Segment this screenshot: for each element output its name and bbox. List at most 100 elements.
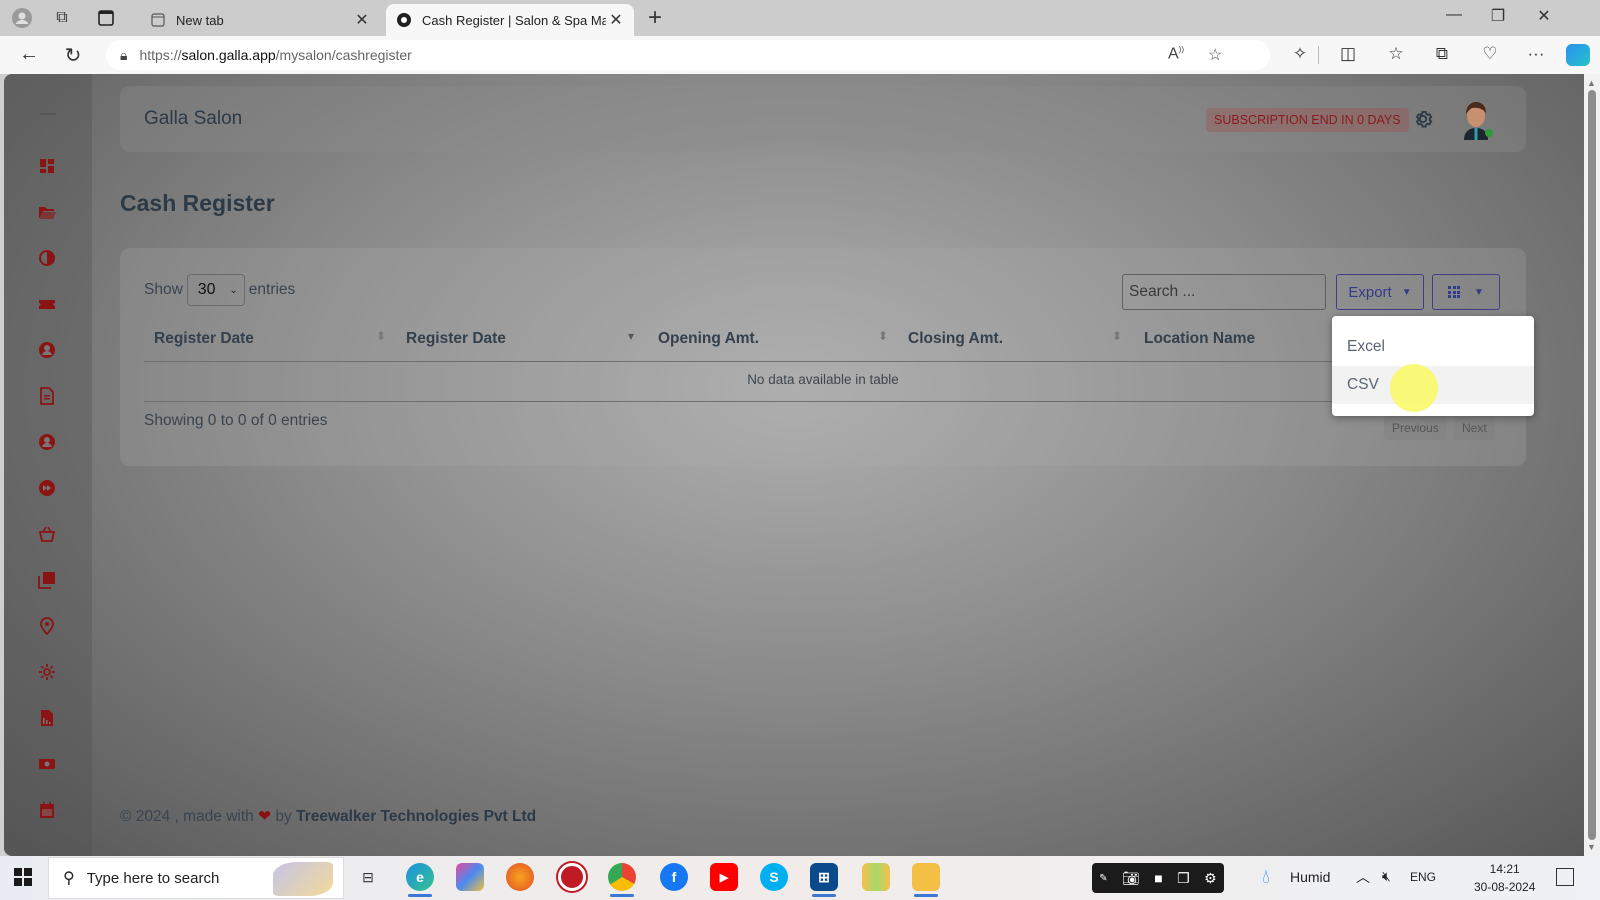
read-aloud-icon[interactable]: A)) — [1168, 45, 1184, 63]
taskbar-clock[interactable]: 14:21 30-08-2024 — [1474, 860, 1535, 896]
column-header[interactable]: Location Name — [1144, 330, 1255, 348]
user-circle-icon[interactable] — [36, 431, 58, 453]
user-circle-icon[interactable] — [36, 339, 58, 361]
fast-forward-icon[interactable] — [36, 477, 58, 499]
show-hidden-icons[interactable]: ︿ — [1356, 867, 1370, 887]
dashboard-icon[interactable] — [36, 155, 58, 177]
tab-cash-register[interactable]: Cash Register | Salon & Spa Mana ✕ — [386, 4, 634, 36]
video-icon[interactable]: ■ — [1154, 870, 1162, 886]
store-app-icon[interactable]: ⊞ — [810, 863, 838, 897]
close-tab-icon[interactable]: ✕ — [606, 10, 626, 30]
folder-open-icon[interactable] — [36, 201, 58, 223]
refresh-icon[interactable]: ↻ — [60, 43, 86, 68]
contrast-icon[interactable] — [36, 247, 58, 269]
skype-app-icon[interactable]: S — [760, 863, 788, 891]
camera-icon[interactable]: 📷︎ — [1122, 870, 1140, 887]
lock-icon[interactable]: 🔒︎ — [120, 47, 127, 64]
browser-toolbar: ← ↻ 🔒︎ https://salon.galla.app/mysalon/c… — [0, 36, 1600, 74]
copy-icon[interactable]: ❐ — [1177, 870, 1190, 887]
copilot-icon[interactable] — [1566, 44, 1590, 66]
export-excel-option[interactable]: Excel — [1332, 328, 1534, 366]
favorites-icon[interactable]: ☆ — [1384, 44, 1408, 64]
settings-icon[interactable] — [36, 661, 58, 683]
firefox-app-icon[interactable] — [506, 863, 534, 891]
address-bar[interactable]: 🔒︎ https://salon.galla.app/mysalon/cashr… — [106, 40, 1270, 70]
extensions-icon[interactable]: ✧ — [1288, 44, 1312, 64]
scroll-up-icon[interactable]: ▲ — [1587, 78, 1596, 88]
chrome-app-icon[interactable] — [608, 863, 636, 897]
entries-per-page-select[interactable]: 30 ⌄ — [186, 274, 245, 306]
document-icon[interactable] — [36, 385, 58, 407]
task-view-icon[interactable]: ⊟ — [354, 863, 382, 891]
sidebar-toggle[interactable] — [40, 113, 56, 115]
calendar-icon[interactable] — [36, 799, 58, 821]
company-link[interactable]: Treewalker Technologies Pvt Ltd — [296, 808, 536, 825]
report-file-icon[interactable] — [36, 707, 58, 729]
mouse-cursor-highlight — [1390, 364, 1438, 412]
sort-icon[interactable]: ⬍ — [376, 330, 386, 342]
toolbar-divider — [1318, 46, 1319, 64]
workspaces-icon[interactable]: ⧉ — [50, 6, 74, 30]
entries-per-page-value: 30 — [197, 281, 216, 298]
export-button[interactable]: Export ▼ — [1336, 274, 1424, 310]
tab-new-tab[interactable]: New tab ✕ — [140, 4, 380, 36]
copilot-app-icon[interactable] — [456, 863, 484, 891]
favorite-star-icon[interactable]: ☆ — [1208, 45, 1222, 65]
sort-desc-icon[interactable]: ▾ — [628, 330, 634, 342]
entries-label: entries — [248, 281, 296, 298]
column-visibility-button[interactable]: ▼ — [1432, 274, 1500, 310]
app-icon[interactable] — [862, 863, 890, 891]
location-pin-icon[interactable] — [36, 615, 58, 637]
search-input[interactable]: Search ... — [1122, 274, 1326, 310]
more-icon[interactable]: ··· — [1524, 44, 1548, 64]
user-avatar[interactable] — [1458, 98, 1494, 140]
windows-taskbar: ⚲ Type here to search ⊟ e f ▶ S ⊞ ✎ 📷︎ ■… — [0, 856, 1600, 900]
tab-actions-icon[interactable] — [94, 6, 118, 30]
profile-icon[interactable] — [10, 6, 34, 30]
discount-ticket-icon[interactable] — [36, 293, 58, 315]
column-header[interactable]: Closing Amt. — [908, 330, 1003, 348]
previous-page-button[interactable]: Previous — [1384, 416, 1447, 440]
youtube-app-icon[interactable]: ▶ — [710, 863, 738, 891]
column-header[interactable]: Register Date — [154, 330, 254, 348]
settings-gear-icon[interactable] — [1412, 108, 1434, 130]
pin-icon[interactable]: ✎ — [1099, 873, 1107, 884]
file-explorer-icon[interactable] — [912, 863, 940, 897]
language-indicator[interactable]: ENG — [1410, 870, 1436, 884]
settings-icon[interactable]: ⚙ — [1204, 870, 1217, 887]
scroll-down-icon[interactable]: ▼ — [1587, 842, 1596, 852]
new-tab-icon — [150, 12, 166, 28]
edge-app-icon[interactable]: e — [406, 863, 434, 897]
url-text[interactable]: https://salon.galla.app/mysalon/cashregi… — [139, 47, 411, 63]
split-screen-icon[interactable]: ◫ — [1336, 44, 1360, 64]
column-header[interactable]: Opening Amt. — [658, 330, 759, 348]
column-header[interactable]: Register Date — [406, 330, 506, 348]
sort-icon[interactable]: ⬍ — [1112, 330, 1122, 342]
contacts-icon[interactable] — [36, 569, 58, 591]
scrollbar-thumb[interactable] — [1588, 90, 1596, 840]
basket-icon[interactable] — [36, 523, 58, 545]
clock-time: 14:21 — [1489, 862, 1520, 876]
minimize-icon[interactable]: — — [1442, 6, 1466, 24]
next-page-button[interactable]: Next — [1454, 416, 1495, 440]
taskbar-search-box[interactable]: ⚲ Type here to search — [48, 857, 344, 899]
cash-icon[interactable] — [36, 753, 58, 775]
notification-icon[interactable] — [1556, 868, 1574, 886]
windows-start-icon[interactable] — [14, 868, 32, 886]
new-tab-button[interactable]: + — [648, 4, 662, 32]
close-window-icon[interactable]: ✕ — [1532, 6, 1556, 26]
browser-essentials-icon[interactable]: ♡ — [1478, 44, 1502, 64]
collections-icon[interactable]: ⧉ — [1430, 44, 1454, 64]
restore-icon[interactable]: ❐ — [1486, 6, 1510, 26]
close-tab-icon[interactable]: ✕ — [352, 10, 372, 30]
weather-text[interactable]: Humid — [1290, 869, 1330, 885]
facebook-app-icon[interactable]: f — [660, 863, 688, 891]
volume-muted-icon[interactable]: 🔇︎ — [1382, 868, 1391, 885]
export-label: Export — [1348, 283, 1392, 301]
recorder-app-icon[interactable] — [558, 863, 586, 891]
page-scrollbar[interactable]: ▲ ▼ — [1584, 74, 1600, 856]
page-footer: © 2024 , made with ❤ by Treewalker Techn… — [120, 807, 536, 826]
back-icon[interactable]: ← — [16, 43, 42, 66]
sort-icon[interactable]: ⬍ — [878, 330, 888, 342]
browser-tab-bar: ⧉ New tab ✕ Cash Register | Salon & Spa … — [0, 0, 1600, 36]
